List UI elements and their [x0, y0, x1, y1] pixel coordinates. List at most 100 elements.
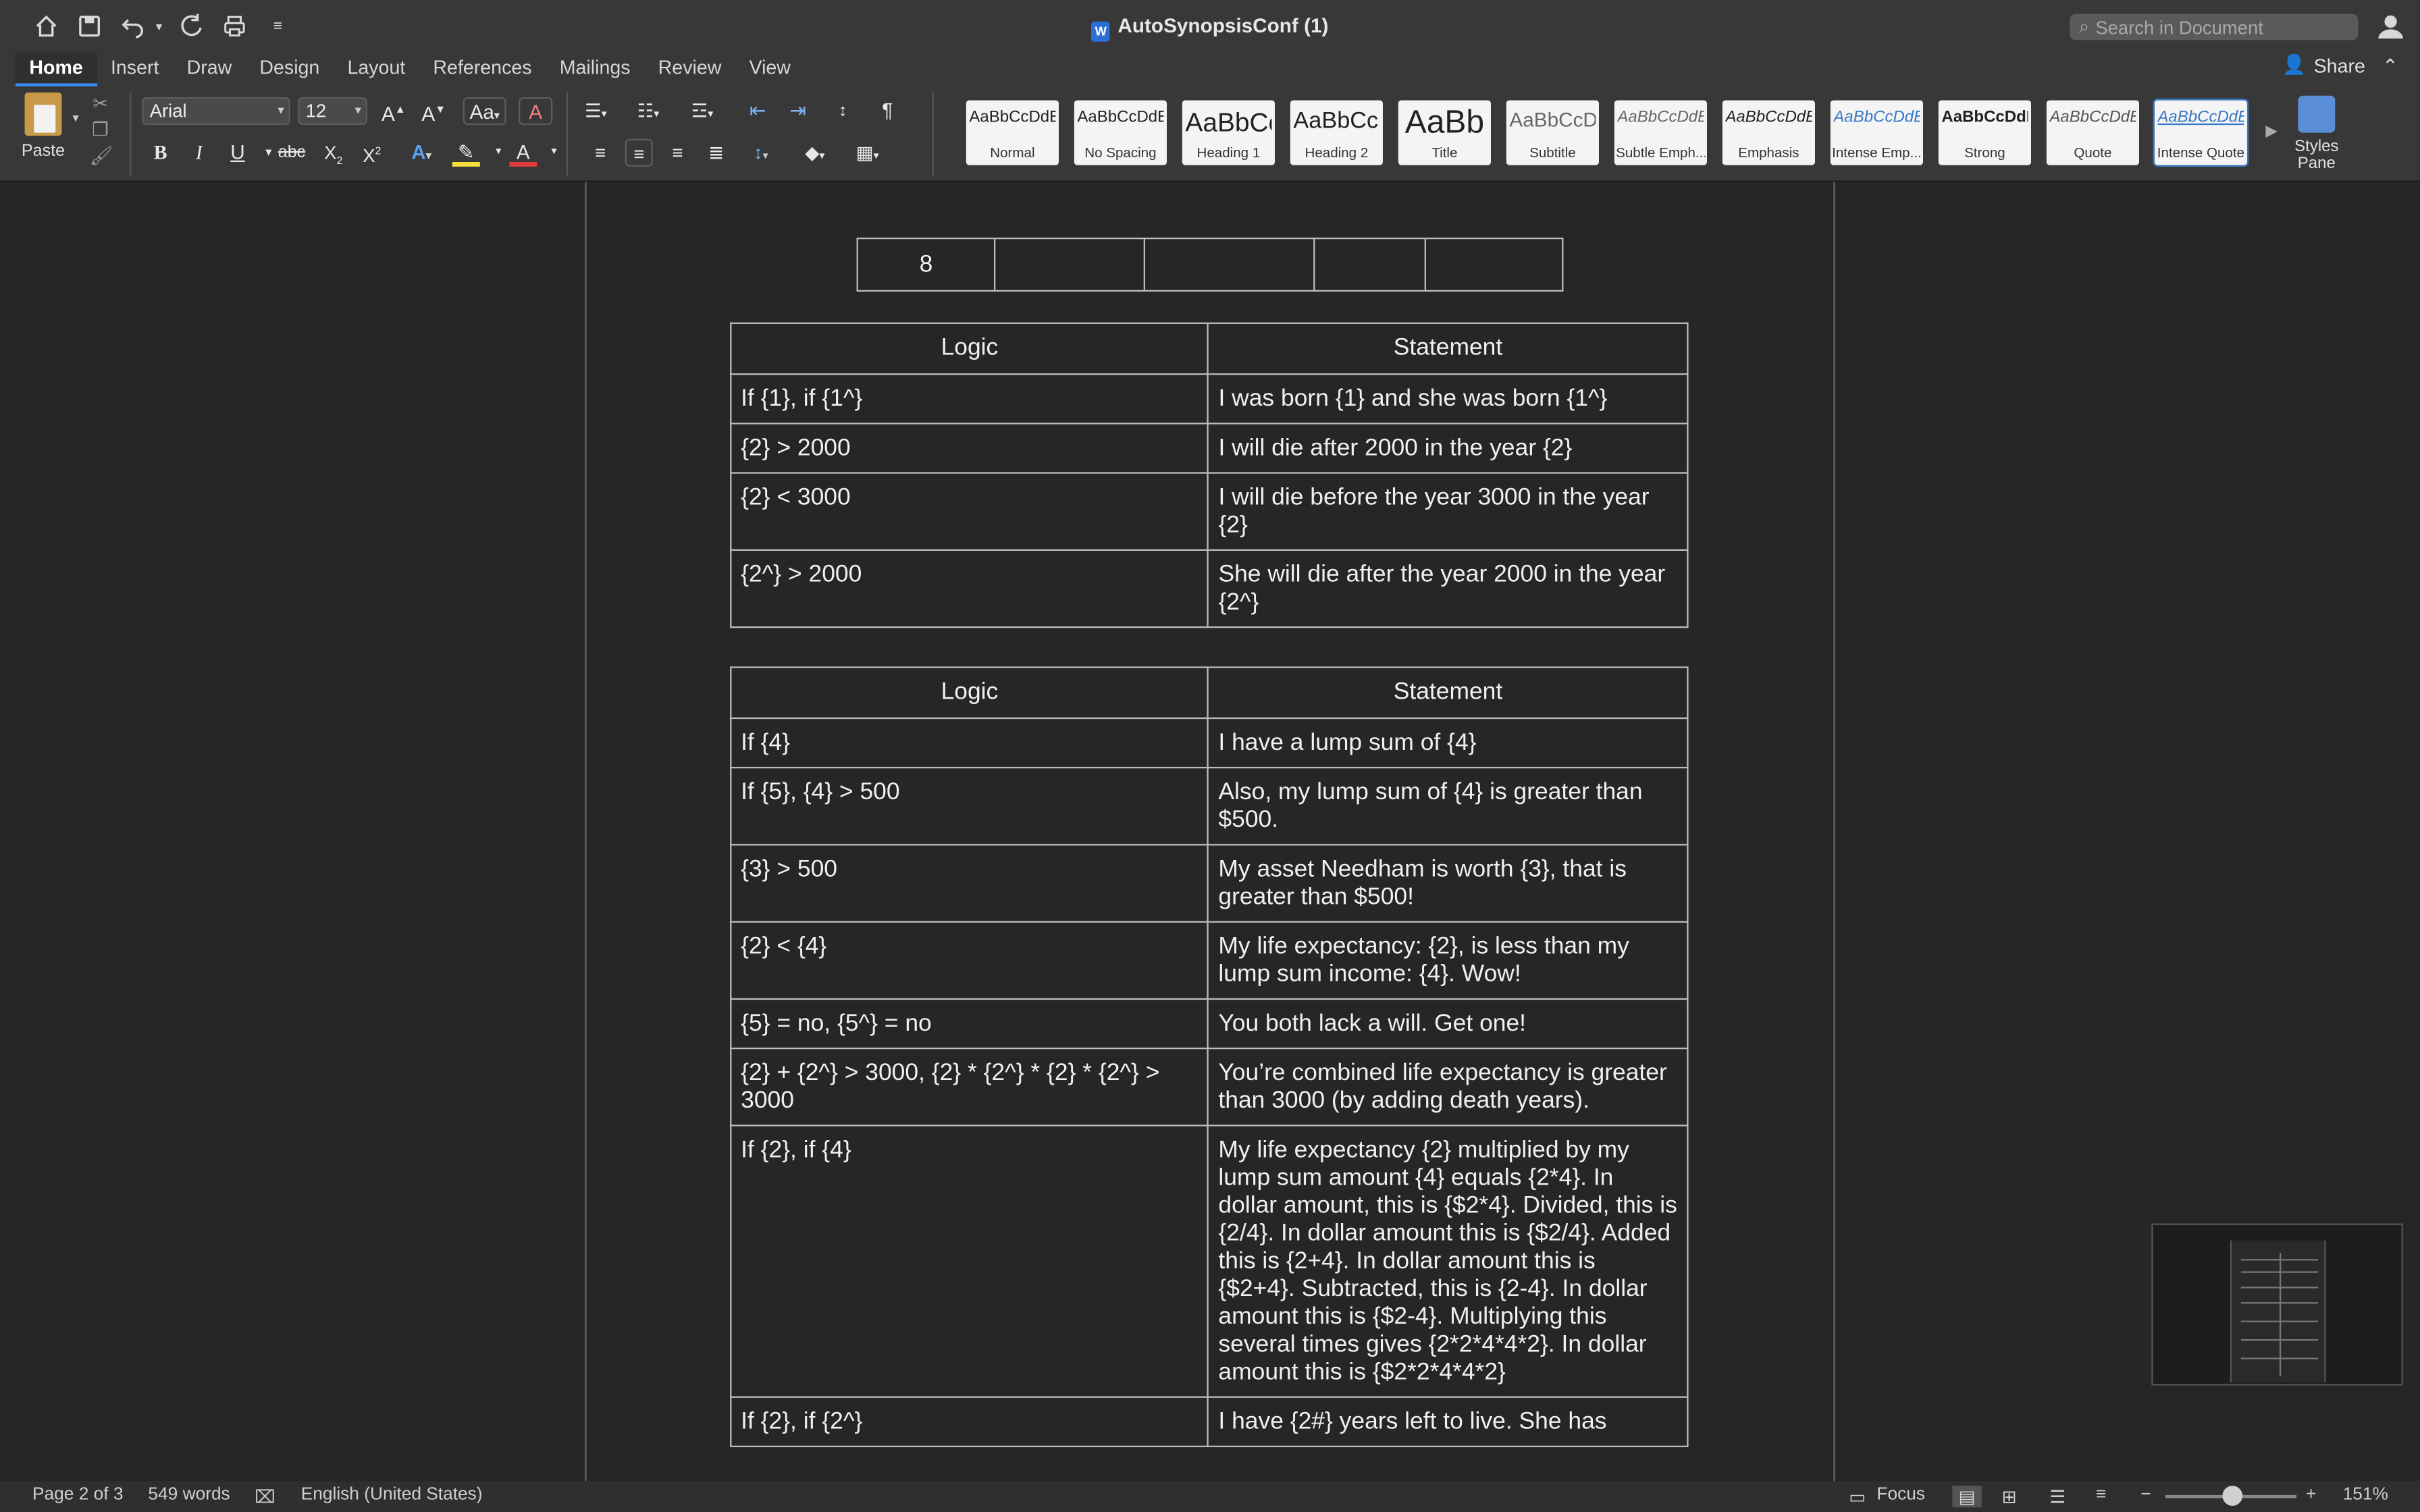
page-count[interactable]: Page 2 of 3 — [32, 1486, 123, 1504]
align-left-icon[interactable]: ≡ — [587, 139, 614, 167]
print-layout-icon[interactable]: ▤ — [1952, 1486, 1982, 1508]
logic-cell[interactable]: If {2}, if {4} — [730, 1125, 1209, 1398]
subscript-button[interactable]: X2 — [319, 139, 347, 167]
statement-cell[interactable]: I was born {1} and she was born {1^} — [1207, 373, 1689, 425]
account-icon[interactable] — [2377, 12, 2404, 40]
bullets-icon[interactable]: ☰▾ — [582, 97, 610, 125]
tab-review[interactable]: Review — [644, 53, 735, 86]
grow-font-icon[interactable]: A▲ — [379, 97, 407, 126]
statement-cell[interactable]: You both lack a will. Get one! — [1207, 998, 1689, 1050]
statement-cell[interactable]: I have {2#} years left to live. She has — [1207, 1396, 1689, 1447]
web-layout-icon[interactable]: ⊞ — [2002, 1486, 2017, 1507]
styles-pane-button[interactable]: Styles Pane — [2290, 95, 2343, 173]
style-subtle-emphasis[interactable]: AaBbCcDdEeSubtle Emph... — [1614, 100, 1707, 165]
shrink-font-icon[interactable]: A▼ — [420, 97, 448, 126]
font-color-dropdown-icon[interactable]: ▾ — [540, 139, 568, 167]
logic-cell[interactable]: {2} < 3000 — [730, 472, 1209, 551]
zoom-slider-handle[interactable] — [2222, 1486, 2242, 1506]
tab-view[interactable]: View — [735, 53, 805, 86]
logic-cell[interactable]: {5} = no, {5^} = no — [730, 998, 1209, 1050]
copy-icon[interactable]: ❐ — [90, 119, 111, 140]
increase-indent-icon[interactable]: ⇥ — [784, 97, 812, 125]
styles-more-icon[interactable]: ▶ — [2265, 124, 2278, 140]
style-intense-quote[interactable]: AaBbCcDdEeIntense Quote — [2153, 99, 2249, 167]
draft-view-icon[interactable]: ≡ — [2096, 1486, 2106, 1504]
zoom-level[interactable]: 151% — [2343, 1486, 2388, 1504]
clear-formatting-icon[interactable]: A — [518, 97, 553, 126]
sort-icon[interactable]: ↕ — [828, 97, 856, 125]
style-intense-emphasis[interactable]: AaBbCcDdEeIntense Emp... — [1830, 100, 1923, 165]
style-quote[interactable]: AaBbCcDdEeQuote — [2046, 100, 2139, 165]
font-name-select[interactable]: Arial ▾ — [142, 97, 290, 126]
multilevel-list-icon[interactable]: ☲▾ — [688, 97, 716, 125]
tab-mailings[interactable]: Mailings — [546, 53, 644, 86]
tab-draw[interactable]: Draw — [173, 53, 246, 86]
focus-icon[interactable]: ▭ — [1849, 1486, 1866, 1507]
table-cell[interactable] — [993, 237, 1145, 292]
table-cell[interactable]: 8 — [856, 237, 996, 292]
zoom-out-icon[interactable]: − — [2140, 1486, 2151, 1504]
logic-cell[interactable]: If {2}, if {2^} — [730, 1396, 1209, 1447]
statement-cell[interactable]: I will die before the year 3000 in the y… — [1207, 472, 1689, 551]
tab-layout[interactable]: Layout — [334, 53, 419, 86]
logic-cell[interactable]: {2^} > 2000 — [730, 549, 1209, 628]
statement-cell[interactable]: You’re combined life expectancy is great… — [1207, 1047, 1689, 1127]
tab-home[interactable]: Home — [15, 52, 97, 86]
statement-cell[interactable]: She will die after the year 2000 in the … — [1207, 549, 1689, 628]
font-size-select[interactable]: 12 ▾ — [298, 97, 367, 126]
column-header-logic[interactable]: Logic — [730, 666, 1209, 720]
statement-cell[interactable]: I have a lump sum of {4} — [1207, 717, 1689, 769]
logic-cell[interactable]: If {5}, {4} > 500 — [730, 766, 1209, 846]
search-input[interactable] — [2095, 16, 2327, 38]
column-header-statement[interactable]: Statement — [1207, 322, 1689, 375]
highlight-icon[interactable]: ✎ — [452, 139, 480, 167]
page-thumbnail[interactable] — [2151, 1223, 2403, 1386]
font-color-icon[interactable]: A — [509, 139, 537, 167]
style-heading-2[interactable]: AaBbCcI Heading 2 — [1290, 100, 1383, 165]
underline-button[interactable]: U — [223, 139, 251, 167]
statement-cell[interactable]: My life expectancy: {2}, is less than my… — [1207, 921, 1689, 1000]
tab-references[interactable]: References — [419, 53, 546, 86]
borders-icon[interactable]: ▦▾ — [853, 139, 881, 167]
strikethrough-button[interactable]: abc — [278, 139, 306, 167]
style-strong[interactable]: AaBbCcDdE Strong — [1938, 100, 2031, 165]
logic-cell[interactable]: {2} > 2000 — [730, 423, 1209, 474]
statement-cell[interactable]: I will die after 2000 in the year {2} — [1207, 423, 1689, 474]
align-center-icon[interactable]: ≡ — [625, 138, 653, 167]
style-title[interactable]: AaBb Title — [1398, 100, 1491, 165]
show-formatting-icon[interactable]: ¶ — [874, 97, 901, 125]
proofing-icon[interactable]: ⌧ — [255, 1486, 275, 1507]
line-spacing-icon[interactable]: ↕▾ — [747, 139, 774, 167]
statement-cell[interactable]: Also, my lump sum of {4} is greater than… — [1207, 766, 1689, 846]
change-case-icon[interactable]: Aa▾ — [463, 97, 506, 126]
collapse-ribbon-icon[interactable]: ⌃ — [2382, 54, 2398, 77]
italic-button[interactable]: I — [185, 139, 213, 167]
text-effects-icon[interactable]: A▾ — [407, 139, 435, 167]
table-cell[interactable] — [1313, 237, 1426, 292]
highlight-dropdown-icon[interactable]: ▾ — [485, 139, 512, 167]
statement-cell[interactable]: My life expectancy {2} multiplied by my … — [1207, 1125, 1689, 1398]
column-header-statement[interactable]: Statement — [1207, 666, 1689, 720]
outline-view-icon[interactable]: ☰ — [2049, 1486, 2066, 1507]
numbering-icon[interactable]: ☷▾ — [634, 97, 662, 125]
zoom-in-icon[interactable]: + — [2306, 1486, 2316, 1504]
table-cell[interactable] — [1424, 237, 1564, 292]
focus-button[interactable]: Focus — [1876, 1486, 1925, 1504]
logic-cell[interactable]: If {4} — [730, 717, 1209, 769]
style-normal[interactable]: AaBbCcDdEeNormal — [966, 100, 1059, 165]
justify-icon[interactable]: ≣ — [702, 139, 730, 167]
paste-dropdown-icon[interactable]: ▾ — [61, 105, 89, 132]
style-emphasis[interactable]: AaBbCcDdEeEmphasis — [1722, 100, 1815, 165]
cut-icon[interactable]: ✂ — [90, 92, 111, 114]
document-page[interactable]: 8 Logic Statement If {1}, if {1^} I was … — [585, 182, 1835, 1482]
statement-cell[interactable]: My asset Needham is worth {3}, that is g… — [1207, 844, 1689, 923]
search-box[interactable]: ⌕ — [2070, 14, 2359, 40]
logic-cell[interactable]: {2} + {2^} > 3000, {2} * {2^} * {2} * {2… — [730, 1047, 1209, 1127]
tab-insert[interactable]: Insert — [97, 53, 173, 86]
logic-cell[interactable]: If {1}, if {1^} — [730, 373, 1209, 425]
language-indicator[interactable]: English (United States) — [301, 1486, 483, 1504]
word-count[interactable]: 549 words — [148, 1486, 230, 1504]
table-cell[interactable] — [1143, 237, 1315, 292]
shading-icon[interactable]: ◆▾ — [801, 139, 828, 167]
column-header-logic[interactable]: Logic — [730, 322, 1209, 375]
